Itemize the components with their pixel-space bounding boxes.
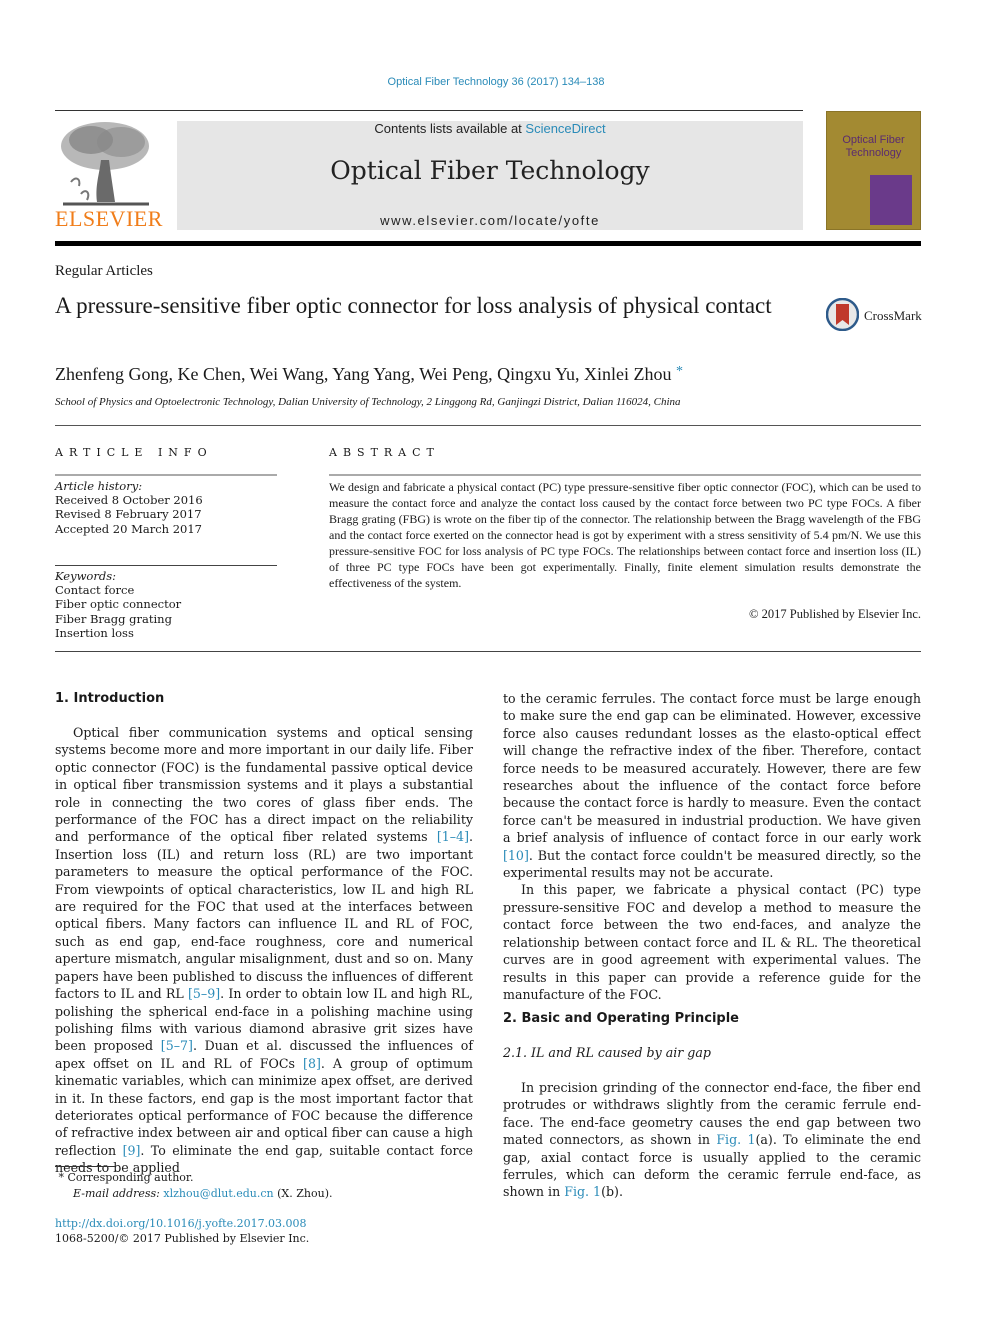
intro-paragraph-1: Optical fiber communication systems and …: [55, 724, 473, 1177]
email-note: E-mail address: xlzhou@dlut.edu.cn (X. Z…: [55, 1186, 332, 1202]
cover-title-line2: Technology: [845, 147, 902, 159]
intro-paragraph-1-continued: to the ceramic ferrules. The contact for…: [503, 690, 921, 881]
keyword-item: Fiber Bragg grating: [55, 611, 172, 626]
divider: [55, 565, 277, 566]
citation-link[interactable]: [10]: [503, 848, 529, 863]
journal-name: Optical Fiber Technology: [330, 156, 650, 185]
cover-title-line1: Optical Fiber: [842, 134, 905, 146]
cover-title: Optical Fiber Technology: [827, 134, 920, 160]
elsevier-logo[interactable]: ELSEVIER: [55, 120, 163, 232]
header-thick-rule: [55, 241, 921, 246]
journal-citation[interactable]: Optical Fiber Technology 36 (2017) 134–1…: [0, 76, 992, 88]
cover-artwork: [870, 175, 912, 225]
citation-link[interactable]: [5–7]: [161, 1038, 193, 1053]
divider: [55, 425, 921, 426]
keywords-label: Keywords:: [55, 569, 116, 583]
footnote-rule: [55, 1166, 115, 1167]
history-received: Received 8 October 2016: [55, 493, 203, 508]
abstract-copyright: © 2017 Published by Elsevier Inc.: [749, 607, 921, 621]
section-heading-introduction: 1. Introduction: [55, 691, 165, 706]
email-link[interactable]: xlzhou@dlut.edu.cn: [163, 1187, 273, 1200]
article-type-label: Regular Articles: [55, 263, 153, 279]
citation-link[interactable]: [1–4]: [437, 829, 469, 844]
citation-link[interactable]: [5–9]: [188, 986, 220, 1001]
footnote: * Corresponding author. E-mail address: …: [55, 1170, 333, 1202]
journal-cover-thumbnail[interactable]: Optical Fiber Technology: [826, 111, 921, 230]
keyword-item: Fiber optic connector: [55, 597, 182, 612]
footnote-marker: *: [58, 1171, 65, 1184]
divider: [329, 474, 921, 476]
keywords-list: Keywords: Contact force Fiber optic conn…: [55, 569, 181, 640]
crossmark-label: CrossMark: [864, 308, 922, 323]
article-title: A pressure-sensitive fiber optic connect…: [55, 293, 772, 318]
article-history: Article history: Received 8 October 2016…: [55, 479, 203, 536]
author-names: Zhenfeng Gong, Ke Chen, Wei Wang, Yang Y…: [55, 364, 672, 384]
doi-block: http://dx.doi.org/10.1016/j.yofte.2017.0…: [55, 1216, 309, 1246]
keyword-item: Contact force: [55, 583, 135, 598]
history-accepted: Accepted 20 March 2017: [55, 521, 202, 536]
text-run: to the ceramic ferrules. The contact for…: [503, 691, 921, 846]
keyword-item: Insertion loss: [55, 625, 134, 640]
citation-link[interactable]: [9]: [123, 1143, 141, 1158]
citation-link[interactable]: [8]: [303, 1056, 321, 1071]
issn-line: 1068-5200/© 2017 Published by Elsevier I…: [55, 1232, 310, 1245]
crossmark-icon: [826, 298, 859, 331]
elsevier-wordmark: ELSEVIER: [55, 206, 163, 231]
text-run: Optical fiber communication systems and …: [55, 725, 473, 845]
contents-available-line: Contents lists available at ScienceDirec…: [177, 121, 803, 136]
section-2-1-paragraph: In precision grinding of the connector e…: [503, 1079, 921, 1201]
history-label: Article history:: [55, 479, 143, 493]
history-revised: Revised 8 February 2017: [55, 507, 202, 522]
figure-link[interactable]: Fig. 1: [716, 1132, 755, 1147]
intro-paragraph-2: In this paper, we fabricate a physical c…: [503, 882, 921, 1002]
subsection-heading: 2.1. IL and RL caused by air gap: [503, 1045, 711, 1060]
header-rule: [55, 110, 803, 111]
author-affiliation: School of Physics and Optoelectronic Tec…: [55, 396, 681, 408]
author-list: Zhenfeng Gong, Ke Chen, Wei Wang, Yang Y…: [55, 364, 683, 385]
corresponding-author-note: * Corresponding author.: [55, 1170, 332, 1186]
divider: [55, 651, 921, 652]
body-column-left: Optical fiber communication systems and …: [55, 724, 473, 1177]
corresponding-author-marker[interactable]: *: [676, 364, 683, 379]
section-heading-principle: 2. Basic and Operating Principle: [503, 1011, 739, 1026]
abstract-heading: ABSTRACT: [329, 446, 440, 459]
abstract-text: We design and fabricate a physical conta…: [329, 480, 921, 590]
email-label: E-mail address:: [73, 1187, 160, 1200]
footnote-text: Corresponding author.: [67, 1171, 194, 1184]
sciencedirect-link[interactable]: ScienceDirect: [525, 121, 605, 136]
text-run: . Insertion loss (IL) and return loss (R…: [55, 829, 473, 1002]
email-suffix: (X. Zhou).: [277, 1187, 333, 1200]
doi-link[interactable]: http://dx.doi.org/10.1016/j.yofte.2017.0…: [55, 1217, 307, 1230]
figure-link[interactable]: Fig. 1: [564, 1184, 601, 1199]
elsevier-tree-icon: [61, 122, 149, 206]
body-column-right: to the ceramic ferrules. The contact for…: [503, 690, 921, 1003]
section-2-1-body: In precision grinding of the connector e…: [503, 1079, 921, 1201]
contents-prefix: Contents lists available at: [374, 121, 526, 136]
crossmark-button[interactable]: CrossMark: [826, 298, 926, 334]
article-info-heading: ARTICLE INFO: [55, 446, 213, 459]
journal-url-link[interactable]: www.elsevier.com/locate/yofte: [177, 213, 803, 228]
text-run: (b).: [601, 1184, 623, 1200]
journal-banner: Contents lists available at ScienceDirec…: [177, 121, 803, 230]
text-run: . But the contact force couldn't be meas…: [503, 847, 921, 881]
divider: [55, 474, 277, 476]
